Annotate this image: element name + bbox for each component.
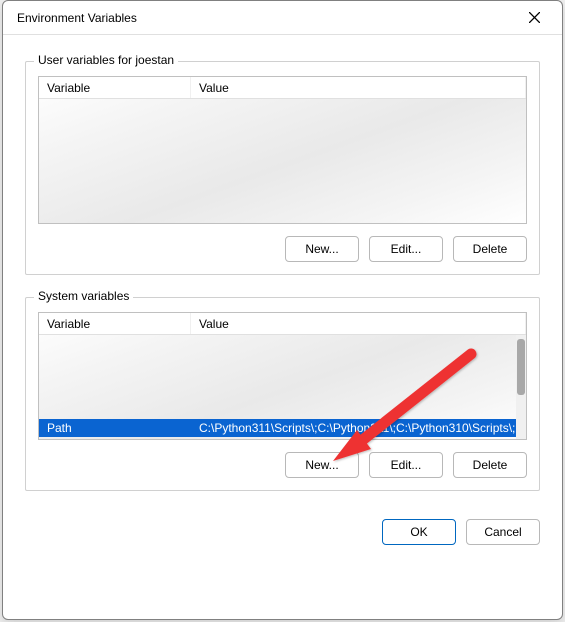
cell-value: C:\Python311\Scripts\;C:\Python311\;C:\P…: [191, 421, 516, 435]
system-list-body: Path C:\Python311\Scripts\;C:\Python311\…: [39, 335, 526, 439]
user-new-button[interactable]: New...: [285, 236, 359, 262]
cancel-button[interactable]: Cancel: [466, 519, 540, 545]
window-title: Environment Variables: [17, 11, 137, 25]
user-edit-button[interactable]: Edit...: [369, 236, 443, 262]
column-variable[interactable]: Variable: [39, 77, 191, 98]
system-edit-button[interactable]: Edit...: [369, 452, 443, 478]
dialog-content: User variables for joestan Variable Valu…: [3, 35, 562, 619]
table-row-path[interactable]: Path C:\Python311\Scripts\;C:\Python311\…: [39, 419, 516, 437]
table-row-pathext[interactable]: PATHEXT .COM;.EXE;.BAT;.CMD;.VBS;.VBE;.J…: [39, 437, 516, 439]
column-variable[interactable]: Variable: [39, 313, 191, 334]
user-variables-list[interactable]: Variable Value: [38, 76, 527, 224]
cell-variable: Path: [39, 421, 191, 435]
system-variables-label: System variables: [34, 289, 133, 303]
column-value[interactable]: Value: [191, 77, 526, 98]
ok-button[interactable]: OK: [382, 519, 456, 545]
user-delete-button[interactable]: Delete: [453, 236, 527, 262]
scrollbar-thumb[interactable]: [517, 339, 525, 395]
user-variables-group: User variables for joestan Variable Valu…: [25, 61, 540, 275]
system-new-button[interactable]: New...: [285, 452, 359, 478]
environment-variables-dialog: Environment Variables User variables for…: [2, 0, 563, 620]
user-list-body: [39, 99, 526, 223]
close-icon: [529, 12, 540, 23]
column-value[interactable]: Value: [191, 313, 526, 334]
list-header: Variable Value: [39, 77, 526, 99]
dialog-footer: OK Cancel: [25, 519, 540, 545]
titlebar: Environment Variables: [3, 1, 562, 35]
system-list-scrollbar[interactable]: [516, 335, 526, 439]
system-variables-list[interactable]: Variable Value Path C:\Python311\Scripts…: [38, 312, 527, 440]
system-variables-group: System variables Variable Value Path C:\…: [25, 297, 540, 491]
system-delete-button[interactable]: Delete: [453, 452, 527, 478]
list-header: Variable Value: [39, 313, 526, 335]
user-variables-label: User variables for joestan: [34, 53, 178, 67]
close-button[interactable]: [516, 4, 552, 32]
user-buttons-row: New... Edit... Delete: [38, 236, 527, 262]
system-buttons-row: New... Edit... Delete: [38, 452, 527, 478]
